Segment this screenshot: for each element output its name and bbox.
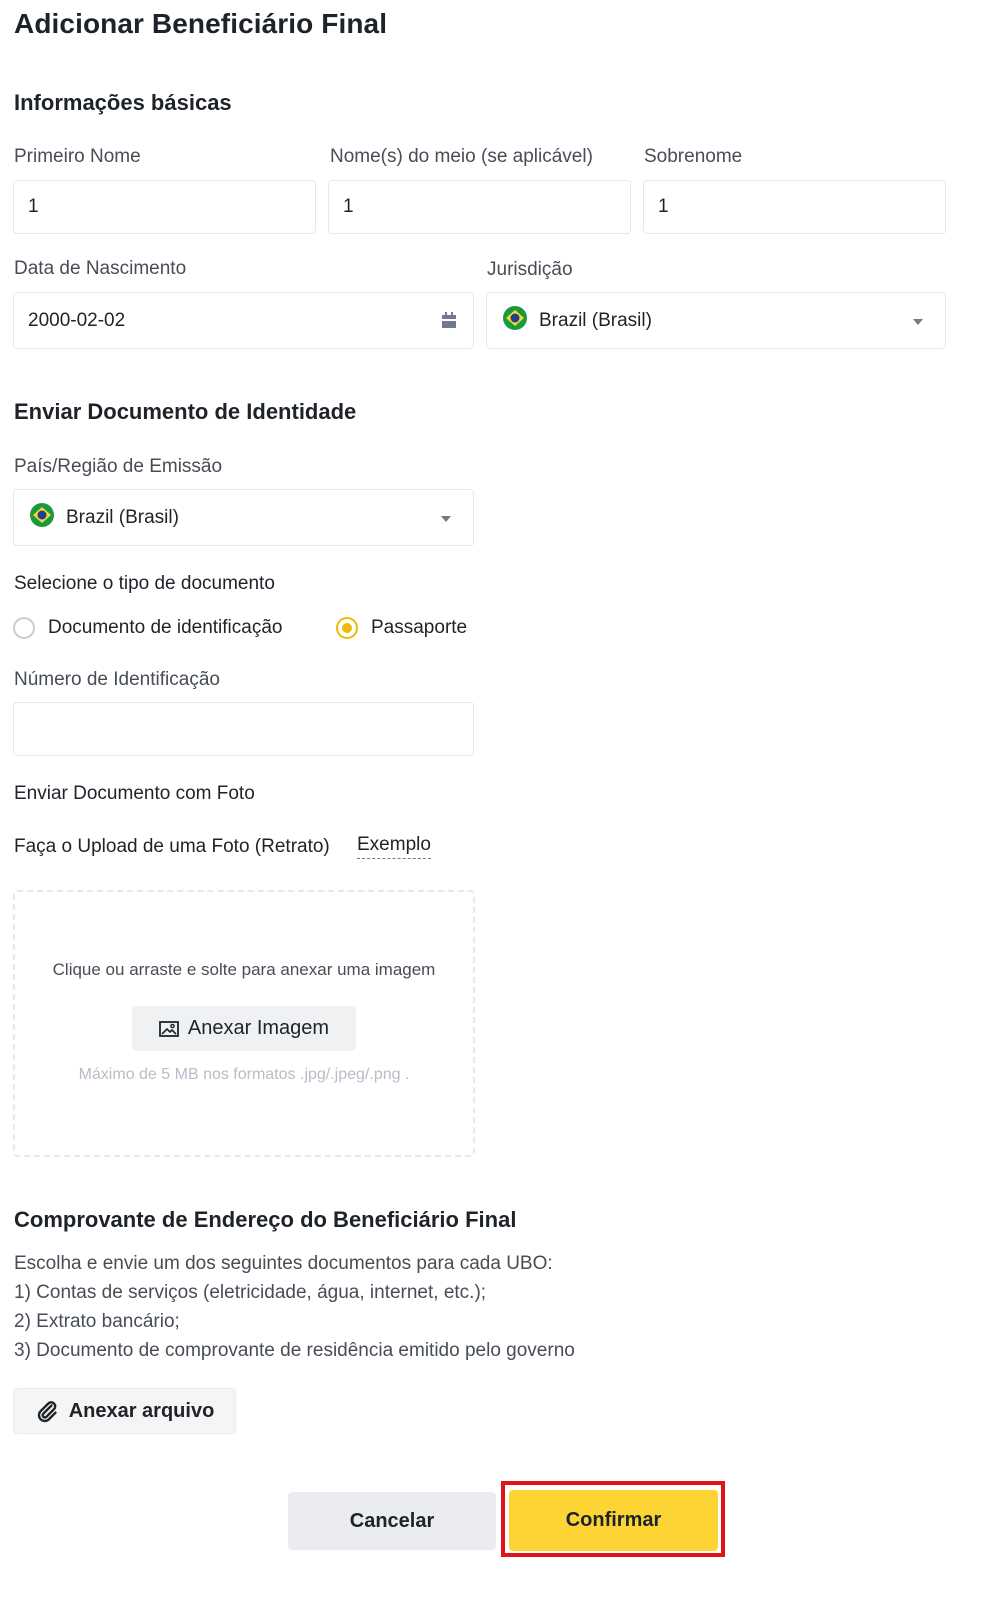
confirm-label: Confirmar bbox=[565, 1509, 662, 1531]
image-icon bbox=[159, 1020, 179, 1037]
cancel-button[interactable]: Cancelar bbox=[288, 1492, 496, 1550]
paperclip-icon bbox=[35, 1399, 59, 1423]
first-name-label: Primeiro Nome bbox=[14, 146, 141, 167]
dob-label: Data de Nascimento bbox=[14, 258, 187, 279]
photo-doc-label: Enviar Documento com Foto bbox=[14, 783, 255, 804]
address-item: 1) Contas de serviços (eletricidade, águ… bbox=[14, 1282, 487, 1303]
attach-file-label: Anexar arquivo bbox=[68, 1399, 215, 1422]
address-proof-heading: Comprovante de Endereço do Beneficiário … bbox=[14, 1207, 517, 1232]
jurisdiction-select[interactable]: Brazil (Brasil) bbox=[486, 292, 946, 349]
brazil-flag-icon bbox=[503, 305, 527, 336]
basic-info-heading: Informações básicas bbox=[14, 90, 232, 115]
country-label: País/Região de Emissão bbox=[14, 456, 223, 477]
address-item: 2) Extrato bancário; bbox=[14, 1311, 180, 1332]
id-number-label: Número de Identificação bbox=[14, 669, 220, 690]
confirm-button[interactable]: Confirmar bbox=[509, 1490, 718, 1551]
cancel-label: Cancelar bbox=[349, 1509, 435, 1532]
file-size-hint: Máximo de 5 MB nos formatos .jpg/.jpeg/.… bbox=[78, 1066, 410, 1083]
id-number-input[interactable] bbox=[13, 702, 474, 756]
last-name-label: Sobrenome bbox=[644, 146, 743, 167]
radio-button-selected[interactable] bbox=[336, 617, 358, 639]
last-name-field[interactable]: 1 bbox=[643, 180, 946, 234]
attach-image-label: Anexar Imagem bbox=[187, 1017, 330, 1039]
jurisdiction-label: Jurisdição bbox=[487, 259, 573, 280]
address-item: 3) Documento de comprovante de residênci… bbox=[14, 1340, 575, 1361]
first-name-field[interactable]: 1 bbox=[13, 180, 316, 234]
middle-name-value: 1 bbox=[343, 196, 354, 217]
middle-name-label: Nome(s) do meio (se aplicável) bbox=[330, 146, 593, 167]
doc-type-label: Selecione o tipo de documento bbox=[14, 573, 275, 594]
radio-id-document[interactable]: Documento de identificação bbox=[13, 617, 282, 639]
upload-photo-label: Faça o Upload de uma Foto (Retrato) bbox=[14, 836, 330, 857]
radio-passport[interactable]: Passaporte bbox=[336, 617, 467, 639]
chevron-down-icon bbox=[441, 515, 451, 522]
middle-name-field[interactable]: 1 bbox=[328, 180, 631, 234]
first-name-value: 1 bbox=[28, 196, 39, 217]
issuing-country-select[interactable]: Brazil (Brasil) bbox=[13, 489, 474, 546]
address-proof-instructions: Escolha e envie um dos seguintes documen… bbox=[14, 1249, 914, 1365]
chevron-down-icon bbox=[913, 318, 923, 325]
identity-heading: Enviar Documento de Identidade bbox=[14, 399, 357, 424]
dropzone-hint: Clique ou arraste e solte para anexar um… bbox=[52, 960, 436, 979]
page-title: Adicionar Beneficiário Final bbox=[14, 8, 388, 39]
radio-button[interactable] bbox=[13, 617, 35, 639]
jurisdiction-value: Brazil (Brasil) bbox=[539, 309, 652, 331]
attach-image-button[interactable]: Anexar Imagem bbox=[132, 1006, 356, 1051]
issuing-country-value: Brazil (Brasil) bbox=[66, 506, 179, 528]
attach-file-button[interactable]: Anexar arquivo bbox=[13, 1388, 236, 1434]
radio-id-document-label: Documento de identificação bbox=[48, 617, 283, 638]
calendar-icon[interactable] bbox=[441, 312, 457, 336]
dob-value: 2000-02-02 bbox=[28, 309, 126, 331]
last-name-value: 1 bbox=[658, 196, 669, 217]
dob-field[interactable]: 2000-02-02 bbox=[13, 292, 474, 349]
radio-passport-label: Passaporte bbox=[371, 617, 468, 638]
example-link[interactable]: Exemplo bbox=[357, 834, 431, 859]
address-intro: Escolha e envie um dos seguintes documen… bbox=[14, 1253, 553, 1274]
brazil-flag-icon bbox=[30, 502, 54, 533]
